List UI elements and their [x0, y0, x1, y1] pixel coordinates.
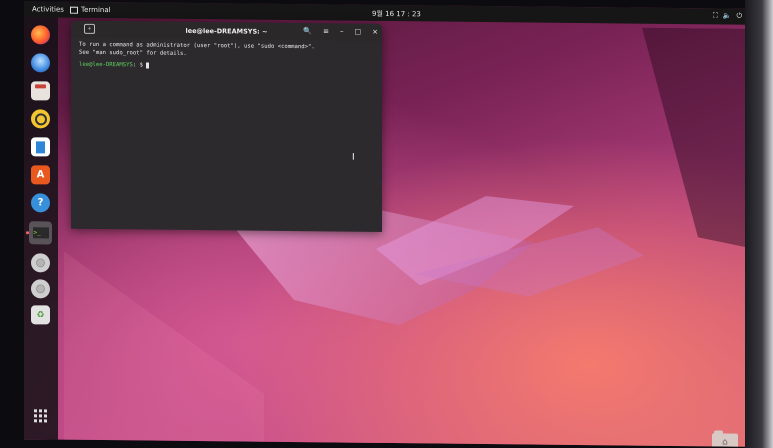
show-apps-grid-icon[interactable] [34, 409, 47, 423]
terminal-line: See "man sudo_root" for details. [79, 49, 187, 58]
wallpaper-shard [614, 27, 750, 248]
volume-icon: 🔈 [722, 11, 732, 20]
help-icon[interactable]: ? [31, 193, 50, 213]
system-tray[interactable]: ⛶ 🔈 ⏻ [713, 11, 742, 20]
maximize-icon[interactable]: □ [355, 28, 362, 36]
prompt-user: lee@lee-DREAMSYS [79, 61, 133, 69]
libreoffice-writer-icon[interactable] [31, 137, 50, 157]
activities-button[interactable]: Activities [32, 5, 64, 13]
terminal-prompt[interactable]: lee@lee-DREAMSYS: $ [79, 61, 374, 72]
app-center-icon[interactable]: A [31, 165, 50, 185]
trash-icon[interactable]: ♻ [31, 305, 50, 325]
disk-icon[interactable] [31, 279, 50, 299]
terminal-window[interactable]: + lee@lee-DREAMSYS: ~ 🔍 ≡ – □ × To run a… [71, 20, 382, 232]
terminal-app-icon [70, 6, 78, 14]
desktop: Activities Terminal 9월 16 17 : 23 ⛶ 🔈 ⏻ … [24, 1, 750, 447]
terminal-header-bar[interactable]: + lee@lee-DREAMSYS: ~ 🔍 ≡ – □ × [71, 20, 382, 41]
search-icon[interactable]: 🔍 [303, 27, 312, 35]
mouse-ibeam-cursor-icon: I [352, 152, 355, 163]
network-icon: ⛶ [712, 11, 718, 20]
files-icon[interactable] [31, 81, 50, 101]
menu-icon[interactable]: ≡ [323, 27, 329, 35]
terminal-output[interactable]: To run a command as administrator (user … [71, 38, 382, 76]
terminal-icon[interactable]: >_ [29, 221, 52, 245]
minimize-icon[interactable]: – [340, 28, 344, 36]
rhythmbox-icon[interactable] [31, 109, 50, 129]
close-icon[interactable]: × [372, 28, 378, 36]
disk-icon[interactable] [31, 253, 50, 273]
home-folder-icon[interactable]: ⌂ [712, 433, 738, 447]
app-menu-label: Terminal [81, 5, 111, 15]
firefox-icon[interactable] [31, 25, 50, 45]
text-cursor [146, 62, 150, 69]
power-icon: ⏻ [736, 11, 742, 20]
wallpaper-shard [64, 252, 264, 447]
window-controls: 🔍 ≡ – □ × [303, 27, 378, 36]
prompt-path: : $ [132, 62, 147, 69]
thunderbird-icon[interactable] [31, 53, 50, 73]
dock: A ? >_ ♻ [24, 17, 58, 440]
terminal-icon-glyph: >_ [32, 227, 49, 239]
monitor-bezel [745, 0, 773, 448]
clock[interactable]: 9월 16 17 : 23 [372, 9, 421, 20]
app-menu[interactable]: Terminal [70, 6, 111, 14]
